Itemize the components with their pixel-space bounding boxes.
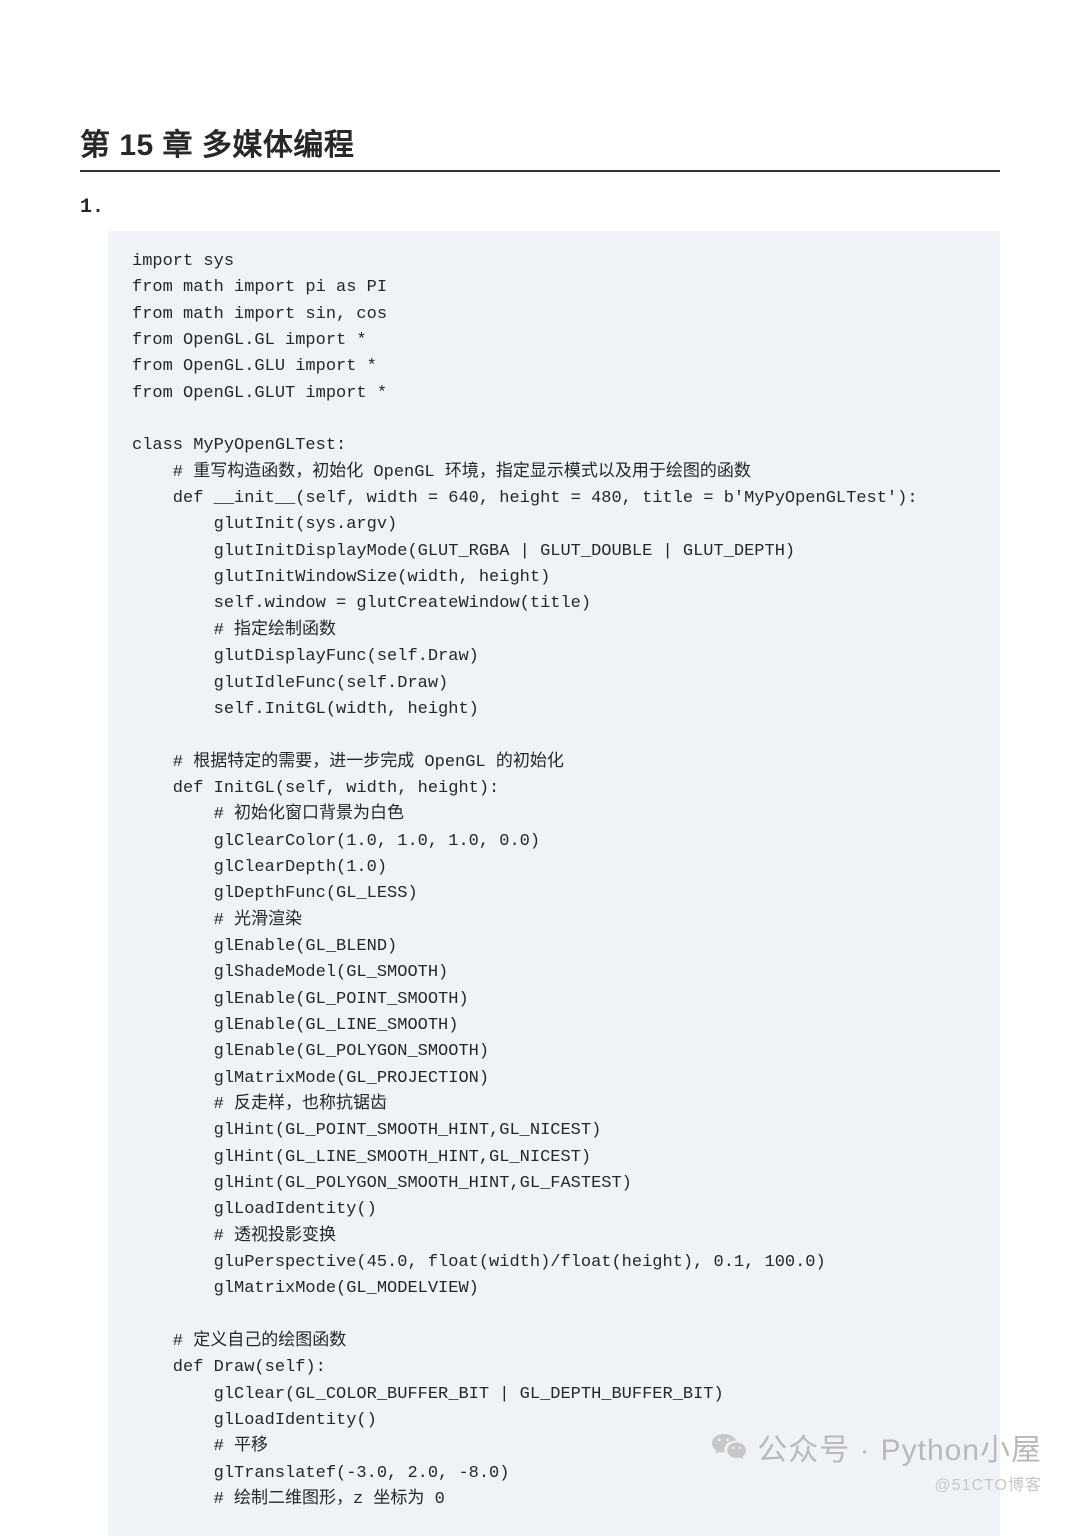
title-underline — [80, 170, 1000, 172]
code-block: import sys from math import pi as PI fro… — [108, 231, 1000, 1536]
watermark-prefix: 公众号 · — [757, 1425, 870, 1469]
document-page: 第 15 章 多媒体编程 1. import sys from math imp… — [0, 0, 1080, 1536]
chapter-title: 第 15 章 多媒体编程 — [80, 120, 1000, 164]
watermark-name: Python小屋 — [881, 1425, 1042, 1469]
wechat-icon — [711, 1432, 747, 1462]
watermark-sub: @51CTO博客 — [934, 1471, 1042, 1495]
question-number: 1. — [80, 196, 1000, 219]
watermark-row: 公众号 · Python小屋 — [711, 1425, 1042, 1469]
watermark: 公众号 · Python小屋 @51CTO博客 — [711, 1425, 1042, 1495]
